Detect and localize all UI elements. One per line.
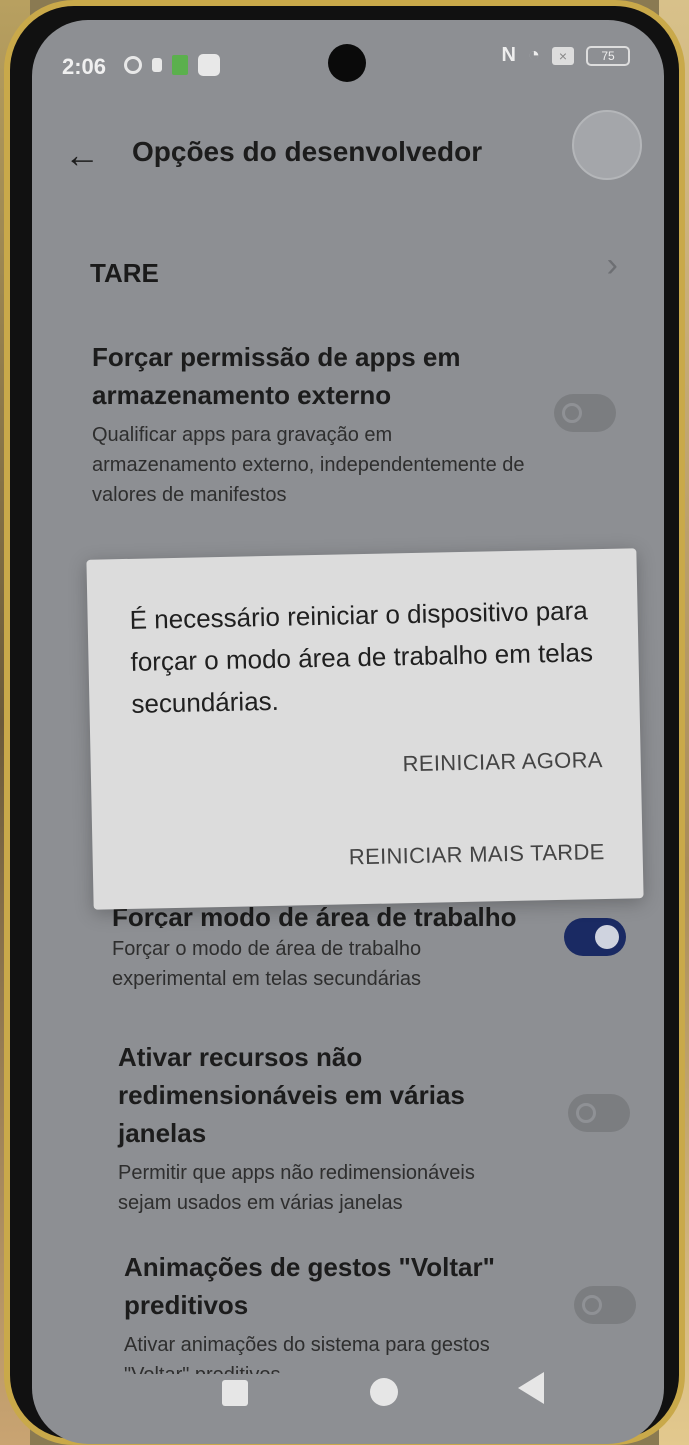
dialog-message: É necessário reiniciar o dispositivo par… <box>129 595 594 719</box>
no-sim-icon: × <box>552 46 574 65</box>
bug-icon <box>152 58 162 72</box>
toggle-knob <box>576 1103 596 1123</box>
app-bar: ← Opções do desenvolvedor <box>32 110 664 186</box>
home-icon[interactable] <box>370 1378 398 1406</box>
non-resizable-toggle[interactable] <box>568 1094 630 1132</box>
system-icons: N ◔ × 75 <box>501 44 630 67</box>
notification-icons <box>124 54 220 76</box>
restart-later-button[interactable]: REINICIAR MAIS TARDE <box>349 839 605 870</box>
back-arrow-icon[interactable]: ← <box>64 134 100 176</box>
setting-non-resizable-multiwindow[interactable]: Ativar recursos não redimensionáveis em … <box>118 1038 538 1218</box>
restart-now-button[interactable]: REINICIAR AGORA <box>402 747 603 777</box>
sync-icon <box>124 56 142 74</box>
desktop-mode-toggle[interactable] <box>564 918 626 956</box>
phone-frame: 2:06 N ◔ × 75 ← Opções do desenvolvedor … <box>4 0 685 1445</box>
navigation-bar <box>32 1354 664 1444</box>
setting-tare[interactable]: TARE <box>90 258 159 289</box>
setting-force-desktop-mode[interactable]: Forçar modo de área de trabalho Forçar o… <box>112 898 632 994</box>
setting-title: Animações de gestos "Voltar" preditivos <box>124 1252 495 1320</box>
setting-force-external-storage[interactable]: Forçar permissão de apps em armazenament… <box>92 338 612 510</box>
force-external-toggle[interactable] <box>554 394 616 432</box>
wifi-icon: ◔ <box>527 44 540 66</box>
setting-subtitle: Qualificar apps para gravação em armazen… <box>92 424 525 506</box>
setting-title: Ativar recursos não redimensionáveis em … <box>118 1042 465 1148</box>
toggle-knob <box>582 1295 602 1315</box>
page-title: Opções do desenvolvedor <box>132 136 483 167</box>
recents-icon[interactable] <box>222 1380 248 1406</box>
setting-title: Forçar permissão de apps em armazenament… <box>92 342 461 410</box>
toggle-knob <box>562 403 582 423</box>
restart-dialog: É necessário reiniciar o dispositivo par… <box>86 548 644 910</box>
screen: 2:06 N ◔ × 75 ← Opções do desenvolvedor … <box>32 20 664 1444</box>
chevron-right-icon: › <box>606 246 618 284</box>
nav-back-icon[interactable] <box>518 1372 544 1404</box>
predictive-back-toggle[interactable] <box>574 1286 636 1324</box>
nfc-icon: N <box>501 44 516 66</box>
status-time: 2:06 <box>62 54 107 79</box>
front-camera <box>328 44 366 82</box>
battery-icon: 75 <box>586 45 630 66</box>
app-notification-icon <box>172 55 188 75</box>
setting-subtitle: Forçar o modo de área de trabalho experi… <box>112 938 422 990</box>
status-bar: 2:06 N ◔ × 75 <box>32 20 664 90</box>
toggle-knob <box>595 925 619 949</box>
setting-subtitle: Permitir que apps não redimensionáveis s… <box>118 1162 475 1214</box>
message-icon <box>198 54 220 76</box>
avatar[interactable] <box>572 110 642 180</box>
